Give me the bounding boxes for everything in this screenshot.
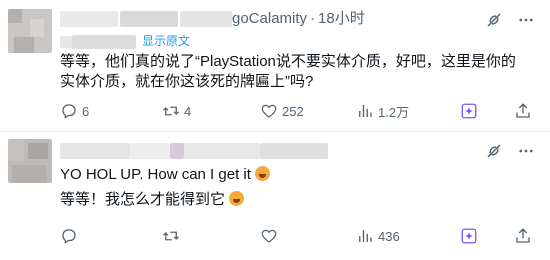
views-button[interactable]: 436 (356, 226, 400, 246)
views-count: 436 (378, 228, 400, 244)
author-name-redacted[interactable] (60, 11, 118, 28)
tweet[interactable]: YO HOL UP. How can I get it 等等！我怎么才能得到它 … (0, 131, 550, 260)
retweet-icon (163, 106, 179, 116)
avatar[interactable] (8, 9, 52, 53)
share-icon (516, 103, 530, 118)
grok-button[interactable] (460, 101, 478, 121)
tweet-header: goCalamity · 18小时 (60, 9, 365, 29)
grok-icon (461, 103, 477, 119)
author-handle[interactable]: goCalamity (232, 10, 307, 27)
views-count: 1.2万 (378, 104, 410, 120)
show-original-link[interactable]: 显示原文 (142, 34, 190, 48)
like-button[interactable] (260, 226, 282, 246)
author-name-redacted (120, 11, 178, 28)
tweet-text-line: YO HOL UP. How can I get it (60, 165, 270, 185)
share-button[interactable] (514, 226, 532, 246)
tweet-text-translation: 等等！我怎么才能得到它 (60, 191, 226, 208)
reply-count: 6 (82, 103, 90, 119)
retweet-button[interactable]: 4 (162, 101, 191, 121)
more-icon[interactable] (516, 10, 536, 30)
crying-face-emoji (254, 166, 270, 181)
tweet-timestamp[interactable]: 18小时 (318, 10, 365, 27)
grok-logo-icon[interactable] (484, 10, 504, 30)
share-icon (516, 228, 530, 243)
translation-source-redacted (72, 34, 136, 49)
avatar[interactable] (8, 139, 52, 183)
reply-button[interactable] (60, 226, 82, 246)
grok-icon (461, 228, 477, 244)
views-icon (359, 105, 372, 117)
action-bar: 436 (60, 226, 536, 246)
like-icon (261, 229, 277, 243)
grok-logo-icon[interactable] (484, 141, 504, 161)
views-icon (359, 230, 372, 242)
tweet[interactable]: goCalamity · 18小时 显示原文 等等，他们真的说了“PlayStati… (0, 0, 550, 131)
author-name-redacted[interactable] (60, 143, 130, 160)
like-icon (261, 104, 277, 118)
author-name-redacted (184, 143, 260, 160)
views-button[interactable]: 1.2万 (356, 101, 409, 121)
like-count: 252 (282, 103, 304, 119)
author-name-redacted (260, 143, 328, 160)
grok-button[interactable] (460, 226, 478, 246)
separator-dot: · (310, 10, 316, 27)
action-bar: 6 4 252 1.2万 (60, 101, 536, 121)
tweet-header (60, 141, 328, 161)
translation-source-redacted (60, 35, 72, 48)
reply-icon (62, 104, 76, 119)
crying-face-emoji (229, 191, 245, 206)
retweet-icon (163, 231, 179, 241)
author-name-redacted (170, 143, 184, 160)
tweet-text: 等等，他们真的说了“PlayStation说不要实体介质，好吧，这里是你的实体介… (60, 53, 516, 90)
author-name-redacted (130, 143, 170, 160)
reply-icon (62, 229, 76, 244)
tweet-text-line: 等等！我怎么才能得到它 (60, 190, 245, 210)
author-name-redacted (180, 11, 232, 28)
retweet-button[interactable] (162, 226, 184, 246)
reply-button[interactable]: 6 (60, 101, 89, 121)
more-icon[interactable] (516, 141, 536, 161)
retweet-count: 4 (184, 103, 192, 119)
translation-row: 显示原文 (60, 33, 190, 49)
like-button[interactable]: 252 (260, 101, 304, 121)
share-button[interactable] (514, 101, 532, 121)
tweet-text: YO HOL UP. How can I get it (60, 166, 251, 183)
